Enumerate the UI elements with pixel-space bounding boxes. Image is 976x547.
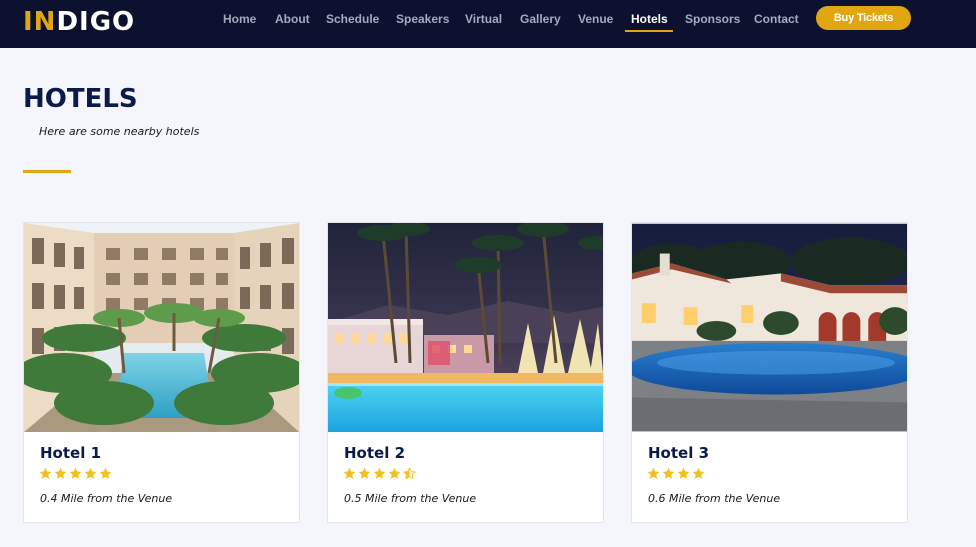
nav-link-about[interactable]: About bbox=[275, 11, 310, 27]
star-icon bbox=[662, 467, 675, 479]
star-icon bbox=[373, 467, 386, 479]
hotel-1-photo bbox=[24, 223, 299, 432]
buy-tickets-button[interactable]: Buy Tickets bbox=[816, 6, 911, 30]
nav-link-virtual[interactable]: Virtual bbox=[465, 11, 502, 27]
hotel-1-name: Hotel 1 bbox=[40, 444, 102, 462]
page-title: HOTELS bbox=[23, 84, 138, 114]
star-icon bbox=[84, 467, 97, 479]
hotel-card-2[interactable]: Hotel 2 0.5 Mile from the Venue bbox=[327, 222, 604, 523]
star-icon bbox=[692, 467, 705, 479]
nav-link-sponsors[interactable]: Sponsors bbox=[685, 11, 740, 27]
page-subtitle: Here are some nearby hotels bbox=[39, 125, 200, 138]
hotel-1-rating bbox=[39, 467, 112, 483]
site-logo[interactable]: INDIGO bbox=[23, 7, 135, 37]
nav-link-gallery[interactable]: Gallery bbox=[520, 11, 561, 27]
nav-link-hotels[interactable]: Hotels bbox=[631, 11, 668, 27]
title-divider bbox=[23, 170, 71, 173]
hotel-card-1[interactable]: Hotel 1 0.4 Mile from the Venue bbox=[23, 222, 300, 523]
star-icon bbox=[358, 467, 371, 479]
nav-link-venue[interactable]: Venue bbox=[578, 11, 613, 27]
hotel-3-name: Hotel 3 bbox=[648, 444, 710, 462]
active-nav-underline bbox=[625, 30, 673, 32]
hotel-2-photo bbox=[328, 223, 603, 432]
hotel-card-3[interactable]: Hotel 3 0.6 Mile from the Venue bbox=[631, 222, 908, 523]
hotel-2-rating bbox=[343, 467, 416, 483]
star-half-icon bbox=[403, 467, 416, 480]
top-navbar: INDIGO Home About Schedule Speakers Virt… bbox=[0, 0, 976, 48]
star-icon bbox=[388, 467, 401, 479]
nav-link-speakers[interactable]: Speakers bbox=[396, 11, 449, 27]
star-icon bbox=[39, 467, 52, 479]
hotel-3-rating bbox=[647, 467, 705, 483]
nav-link-contact[interactable]: Contact bbox=[754, 11, 799, 27]
star-icon bbox=[54, 467, 67, 479]
hotel-1-distance: 0.4 Mile from the Venue bbox=[40, 492, 173, 505]
nav-link-schedule[interactable]: Schedule bbox=[326, 11, 379, 27]
hotel-3-distance: 0.6 Mile from the Venue bbox=[648, 492, 781, 505]
hotel-2-name: Hotel 2 bbox=[344, 444, 406, 462]
logo-accent: IN bbox=[23, 7, 57, 37]
star-icon bbox=[647, 467, 660, 479]
star-icon bbox=[343, 467, 356, 479]
star-icon bbox=[677, 467, 690, 479]
hotel-3-photo bbox=[632, 223, 907, 432]
star-icon bbox=[99, 467, 112, 479]
hotel-2-distance: 0.5 Mile from the Venue bbox=[344, 492, 477, 505]
nav-link-home[interactable]: Home bbox=[223, 11, 256, 27]
logo-rest: DIGO bbox=[56, 7, 136, 37]
star-icon bbox=[69, 467, 82, 479]
